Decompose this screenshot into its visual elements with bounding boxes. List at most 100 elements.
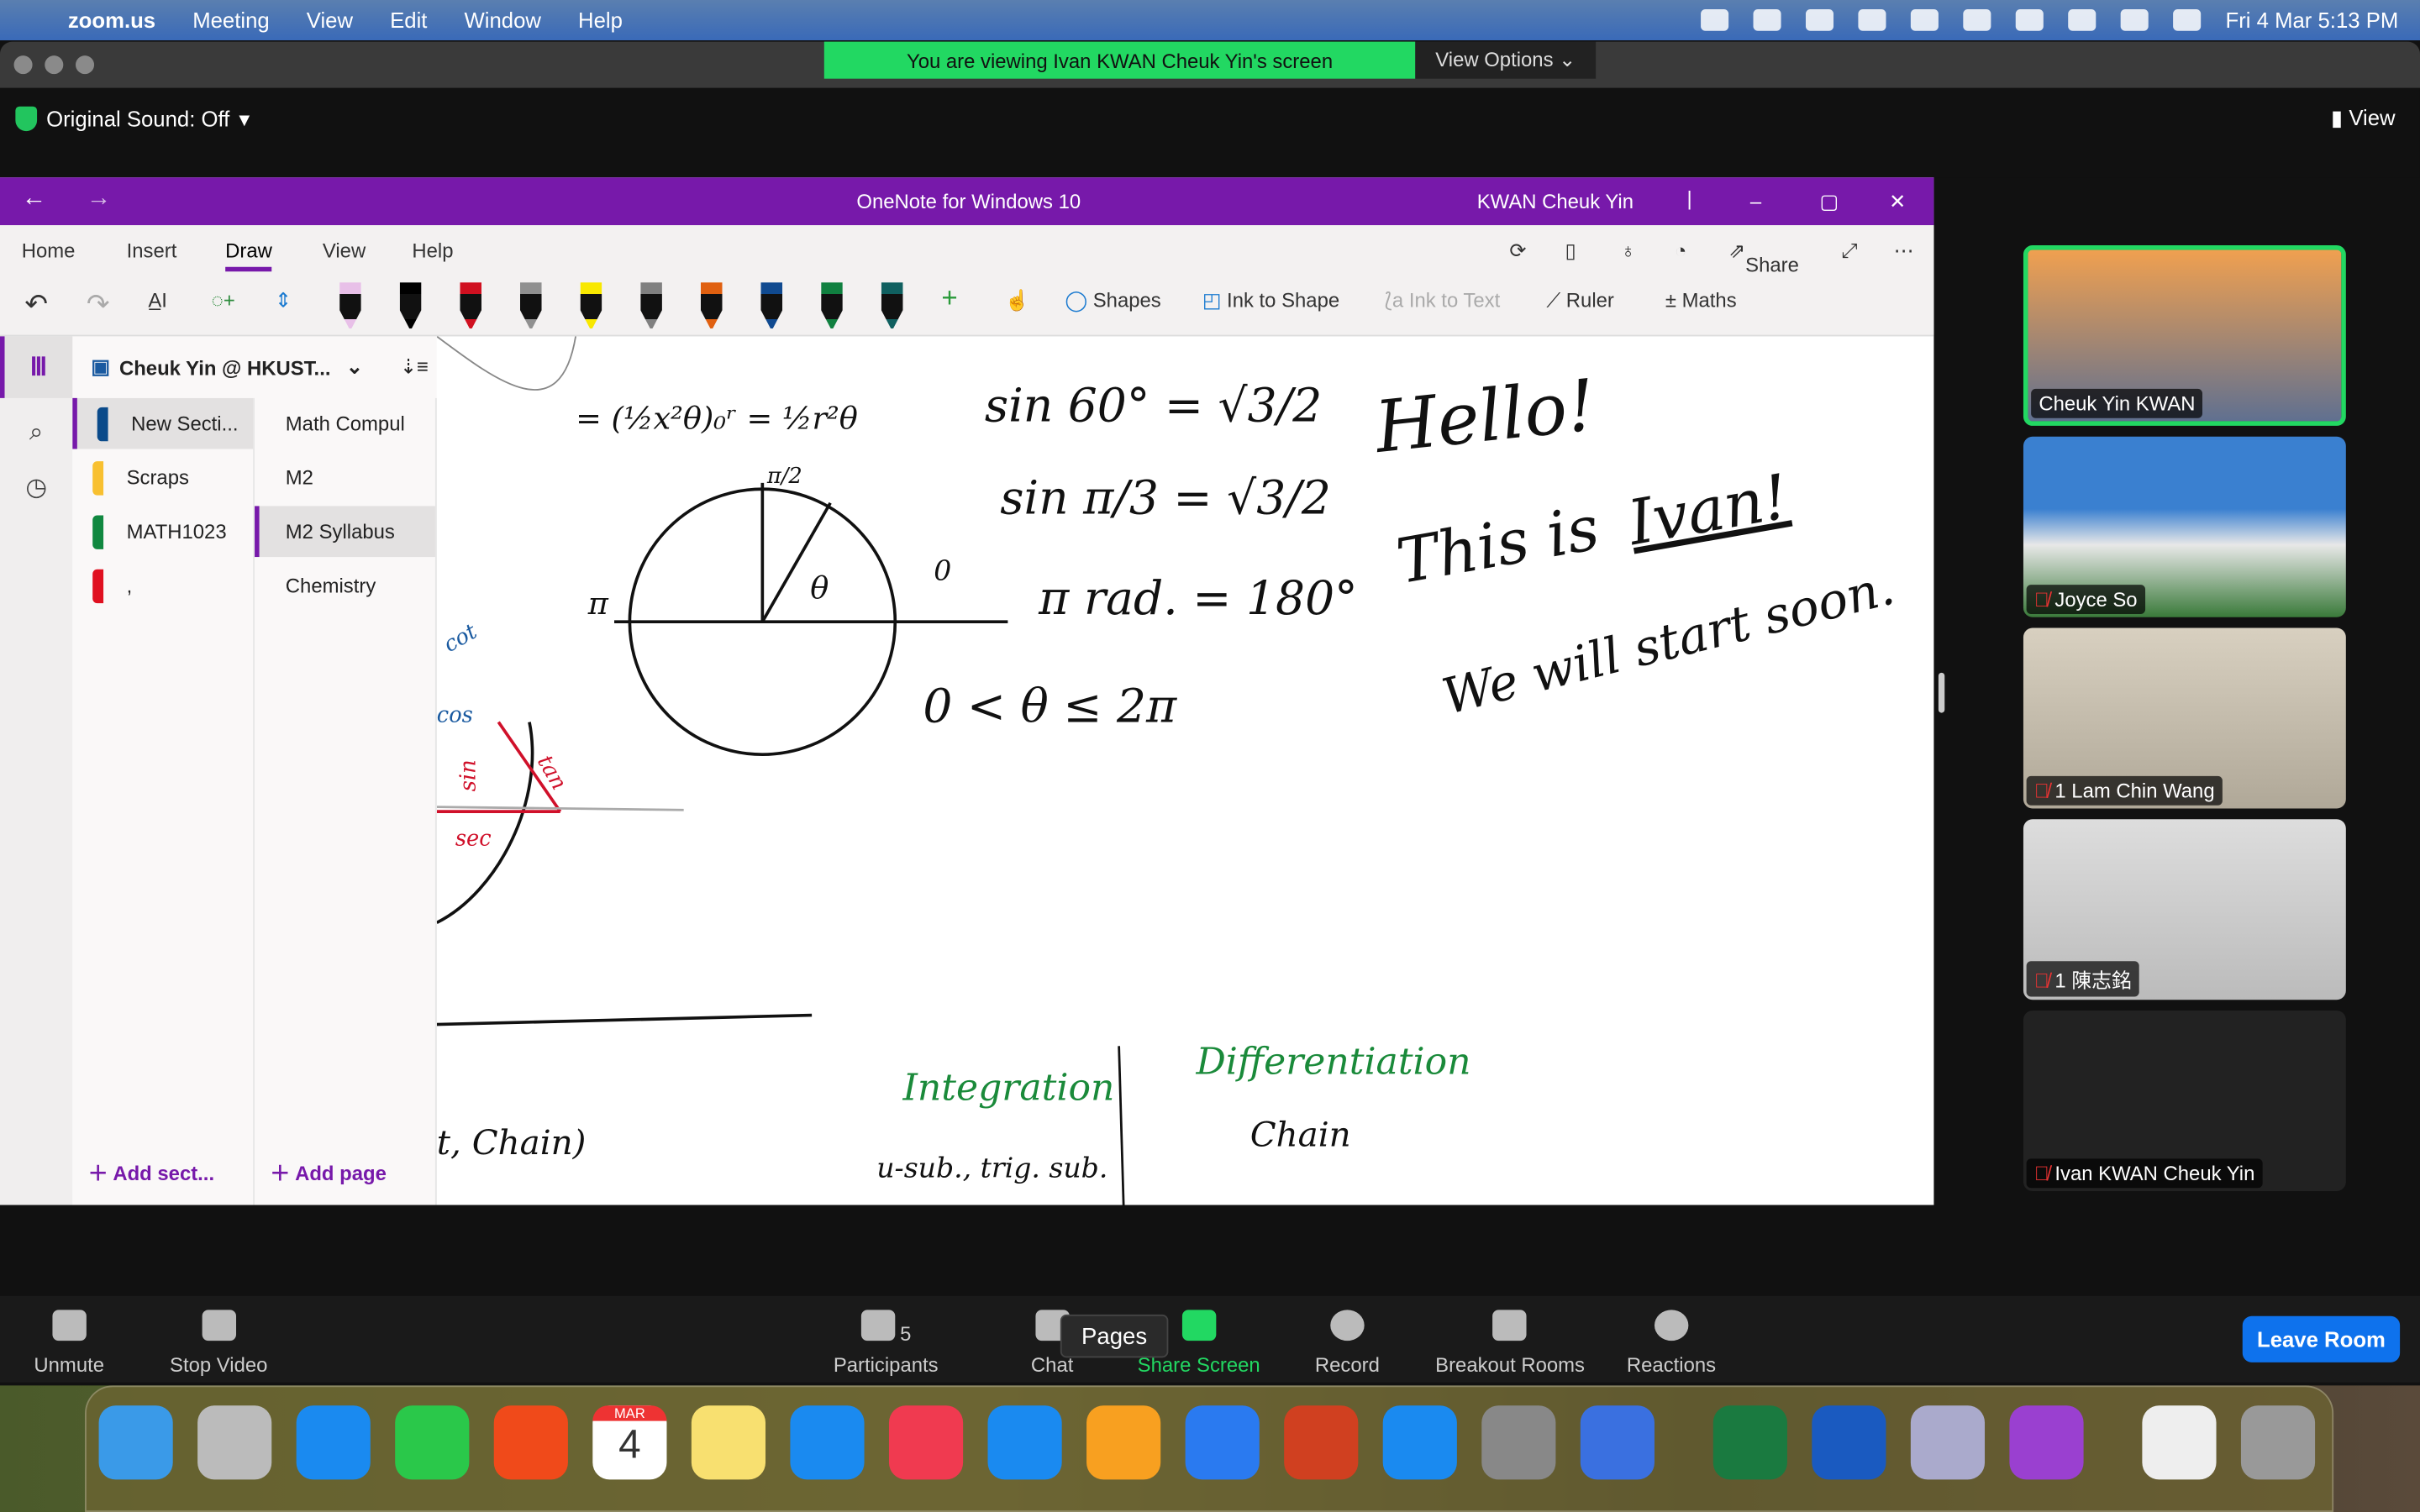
lightbulb-icon[interactable]: ♁ — [1621, 239, 1636, 263]
section-item[interactable]: , — [72, 560, 253, 612]
shapes-button[interactable]: ◯ Shapes — [1065, 288, 1160, 312]
forward-arrow-icon[interactable]: → — [87, 185, 111, 213]
pen-icon[interactable] — [640, 282, 662, 329]
participant-video[interactable]: 🎙̸ 1 陳志銘 — [2023, 819, 2346, 1000]
pen-icon[interactable] — [881, 282, 903, 329]
original-sound-button[interactable]: Original Sound: Off ▾ — [15, 99, 250, 139]
page-item[interactable]: M2 — [255, 452, 435, 503]
excel-icon[interactable] — [1712, 1405, 1787, 1480]
user-name[interactable]: KWAN Cheuk Yin — [1477, 190, 1634, 213]
menu-meeting[interactable]: Meeting — [192, 8, 269, 32]
close-icon[interactable]: ✕ — [1889, 190, 1906, 214]
participant-video[interactable]: Cheuk Yin KWAN — [2023, 245, 2346, 426]
stop-video-button[interactable]: Stop Video — [170, 1300, 267, 1376]
trash-icon[interactable] — [2240, 1405, 2316, 1480]
tab-view[interactable]: View — [323, 239, 366, 263]
brave-icon[interactable] — [493, 1405, 568, 1480]
recent-clock-icon[interactable]: ◷ — [0, 472, 72, 503]
cloud-icon[interactable] — [1753, 9, 1781, 31]
spotlight-icon[interactable] — [2068, 9, 2096, 31]
tab-insert[interactable]: Insert — [127, 239, 177, 263]
pen-icon[interactable] — [821, 282, 843, 329]
unmute-button[interactable]: Unmute — [34, 1300, 104, 1376]
system-preferences-icon[interactable] — [1481, 1405, 1556, 1480]
ruler-button[interactable]: ⟋ Ruler — [1546, 288, 1613, 312]
add-space-icon[interactable]: ⇕ — [275, 288, 292, 312]
menu-edit[interactable]: Edit — [390, 8, 427, 32]
undo-icon[interactable]: ↶ — [24, 288, 48, 321]
participants-button[interactable]: 5 Participants — [834, 1300, 939, 1376]
sync-icon[interactable]: ⟳ — [1509, 239, 1526, 264]
page-item[interactable]: M2 Syllabus — [255, 506, 435, 558]
word-icon[interactable] — [1812, 1405, 1886, 1480]
section-item[interactable]: New Secti... — [72, 397, 254, 449]
document-icon[interactable] — [2142, 1405, 2217, 1480]
pen-icon[interactable] — [339, 282, 361, 329]
podcasts-icon[interactable] — [2009, 1405, 2084, 1480]
pen-icon[interactable] — [760, 282, 783, 329]
wifi-icon[interactable] — [2015, 9, 2044, 31]
mail-icon[interactable] — [296, 1405, 371, 1480]
note-canvas[interactable]: sin 60° = √3/2 sin π/3 = √3/2 π rad. = 1… — [436, 336, 1934, 1205]
keynote-icon[interactable] — [987, 1405, 1062, 1480]
page-item[interactable]: Math Compul — [255, 398, 435, 449]
section-item[interactable]: MATH1023 — [72, 506, 253, 557]
bluetooth-icon[interactable] — [1858, 9, 1886, 31]
icloud-icon[interactable] — [1701, 9, 1729, 31]
control-center-icon[interactable] — [2120, 9, 2149, 31]
notes-icon[interactable] — [691, 1405, 766, 1480]
finder-icon[interactable] — [98, 1405, 173, 1480]
launchpad-icon[interactable] — [197, 1405, 272, 1480]
messages-icon[interactable] — [395, 1405, 470, 1480]
view-options-button[interactable]: View Options ⌄ — [1415, 41, 1597, 79]
tab-help[interactable]: Help — [412, 239, 453, 263]
anydesk-icon[interactable] — [1284, 1405, 1359, 1480]
search-icon[interactable]: ⌕ — [0, 420, 72, 448]
siri-icon[interactable] — [2173, 9, 2202, 31]
pen-icon[interactable] — [460, 282, 482, 329]
zoom-icon[interactable] — [1185, 1405, 1260, 1480]
pen-icon[interactable] — [700, 282, 723, 329]
signal-icon[interactable] — [1580, 1405, 1655, 1480]
fullscreen-icon[interactable]: ⤢ — [1841, 239, 1857, 264]
music-icon[interactable] — [888, 1405, 964, 1480]
minimize-window-button[interactable] — [45, 55, 64, 75]
clock[interactable]: Fri 4 Mar 5:13 PM — [2226, 8, 2399, 32]
more-icon[interactable]: ⋯ — [1894, 239, 1914, 264]
share-button[interactable]: ⇗ Share — [1728, 239, 1799, 276]
bell-icon[interactable]: ◔ — [1675, 239, 1686, 263]
close-window-button[interactable] — [13, 55, 33, 75]
record-button[interactable]: Record — [1315, 1300, 1380, 1376]
add-section-button[interactable]: ＋ Add sect... — [88, 1158, 214, 1187]
minimize-icon[interactable]: – — [1750, 190, 1761, 213]
reactions-button[interactable]: Reactions — [1627, 1300, 1716, 1376]
pen-icon[interactable] — [519, 282, 542, 329]
view-button[interactable]: ▮ View — [2331, 105, 2396, 131]
maths-button[interactable]: ± Maths — [1665, 288, 1737, 312]
section-item[interactable]: Scraps — [72, 452, 253, 503]
menu-view[interactable]: View — [307, 8, 353, 32]
menu-help[interactable]: Help — [578, 8, 623, 32]
lasso-select-icon[interactable]: ◌+ — [212, 288, 235, 312]
add-page-button[interactable]: ＋ Add page — [270, 1158, 386, 1187]
page-item[interactable]: Chemistry — [255, 560, 435, 612]
app-store-icon[interactable] — [1382, 1405, 1457, 1480]
notebook-icon[interactable]: ▯ — [1565, 239, 1576, 264]
split-handle[interactable] — [1938, 672, 1945, 713]
restore-icon[interactable]: ▢ — [1820, 190, 1839, 214]
notebooks-icon[interactable]: Ⅲ — [0, 336, 73, 398]
ink-to-shape-button[interactable]: ◰ Ink to Shape — [1202, 288, 1339, 312]
menu-window[interactable]: Window — [465, 8, 541, 32]
pen-icon[interactable] — [580, 282, 602, 329]
touch-draw-icon[interactable]: ☝ — [1005, 288, 1030, 312]
ink-to-text-button[interactable]: ⟅a Ink to Text — [1385, 288, 1501, 312]
breakout-rooms-button[interactable]: Breakout Rooms — [1435, 1300, 1585, 1376]
tab-draw[interactable]: Draw — [225, 239, 272, 272]
notebook-selector[interactable]: ▣ Cheuk Yin @ HKUST... ⌄ ⇣≡ — [72, 336, 437, 398]
back-arrow-icon[interactable]: ← — [22, 185, 46, 213]
add-pen-icon[interactable]: + — [941, 282, 957, 315]
zoom-window-button[interactable] — [75, 55, 95, 75]
input-source-icon[interactable] — [1910, 9, 1939, 31]
pen-icon[interactable] — [399, 282, 422, 329]
calendar-icon[interactable]: MAR 4 — [592, 1405, 667, 1480]
